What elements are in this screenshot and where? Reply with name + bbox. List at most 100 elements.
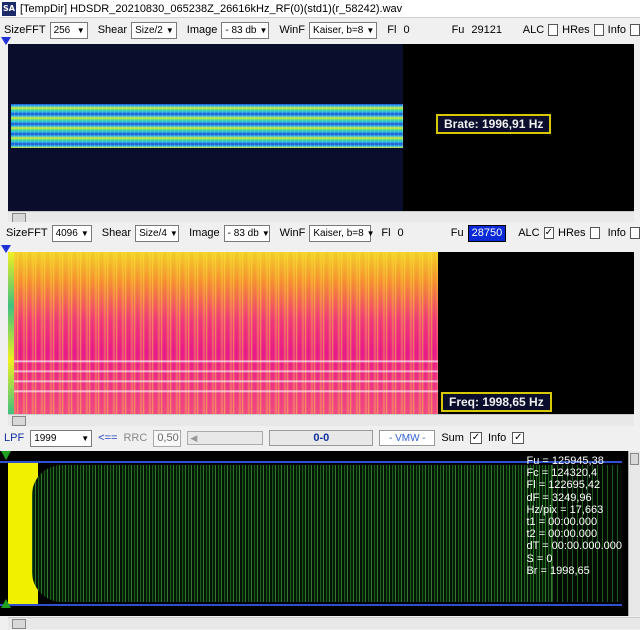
mid-spectrogram-image bbox=[8, 252, 438, 414]
chevron-down-icon: ▼ bbox=[261, 228, 270, 238]
winf-value: Kaiser, b=8 bbox=[313, 227, 364, 239]
hres-label: HRes bbox=[558, 227, 586, 239]
winf-label: WinF bbox=[279, 227, 306, 239]
chevron-down-icon: ▼ bbox=[165, 25, 174, 35]
shear-value: Size/2 bbox=[135, 24, 163, 36]
fl-field[interactable]: 0 bbox=[395, 225, 441, 242]
title-bar: SA [TempDir] HDSDR_20210830_065238Z_2661… bbox=[0, 0, 640, 18]
readout-hzpix: Hz/pix = 17,663 bbox=[526, 503, 604, 516]
readout-df: dF = 3249,96 bbox=[526, 491, 592, 504]
window-title: [TempDir] HDSDR_20210830_065238Z_26616kH… bbox=[20, 2, 403, 15]
alc-checkbox[interactable]: ✓ bbox=[543, 227, 555, 239]
chevron-down-icon: ▼ bbox=[80, 228, 89, 238]
image-value: - 83 db bbox=[225, 24, 257, 36]
shear-label: Shear bbox=[101, 227, 132, 239]
chevron-down-icon: ▼ bbox=[259, 25, 268, 35]
readout-t1: t1 = 00:00.000 bbox=[526, 516, 598, 529]
alc-checkbox[interactable] bbox=[548, 24, 559, 36]
fl-field[interactable]: 0 bbox=[400, 22, 441, 39]
waveform-vscroll-thumb[interactable] bbox=[630, 453, 639, 465]
readout-t2: t2 = 00:00.000 bbox=[526, 528, 598, 541]
chevron-down-icon: ▼ bbox=[76, 25, 85, 35]
sizefft-label: SizeFFT bbox=[4, 24, 46, 36]
vmw-button[interactable]: - VMW - bbox=[379, 430, 436, 446]
waveform-bottom-marker-icon[interactable] bbox=[1, 599, 11, 608]
waveform-top-marker-icon[interactable] bbox=[1, 451, 11, 460]
hres-checkbox[interactable] bbox=[589, 227, 600, 239]
rrc-field[interactable]: 0,50 bbox=[153, 429, 182, 447]
alc-label: ALC bbox=[522, 24, 545, 36]
winf-select[interactable]: Kaiser, b=8 ▼ bbox=[309, 224, 375, 242]
fl-label: Fl bbox=[381, 227, 391, 239]
chevron-down-icon: ▼ bbox=[366, 25, 375, 35]
waveform-hscroll-thumb[interactable] bbox=[12, 619, 26, 629]
sizefft-select[interactable]: 4096 ▼ bbox=[51, 224, 92, 242]
info-label: Info bbox=[607, 227, 626, 239]
shear-value: Size/4 bbox=[139, 227, 167, 239]
waveform-panel[interactable]: Fu = 125945,38 Fc = 124320,4 Fl = 122695… bbox=[0, 451, 640, 616]
bottom-reference-line bbox=[0, 604, 622, 606]
shear-select[interactable]: Size/2 ▼ bbox=[131, 21, 177, 39]
image-select[interactable]: - 83 db ▼ bbox=[223, 224, 270, 242]
range-display: 0-0 bbox=[269, 430, 374, 446]
chevron-down-icon: ▼ bbox=[366, 228, 375, 238]
shear-select[interactable]: Size/4 ▼ bbox=[135, 224, 180, 242]
image-label: Image bbox=[186, 24, 218, 36]
mid-scrollbar[interactable] bbox=[8, 414, 634, 426]
mid-spectrogram-panel[interactable]: Freq: 1998,65 Hz bbox=[8, 252, 634, 414]
sizefft-label: SizeFFT bbox=[6, 227, 48, 239]
filter-bar: LPF 1999 ▼ <== RRC 0,50 ◀ 0-0 - VMW - Sum… bbox=[0, 428, 640, 448]
rrc-slider[interactable]: ◀ bbox=[187, 431, 264, 445]
readout-dt: dT = 00:00.000.000 bbox=[526, 540, 622, 553]
readout-br: Br = 1998,65 bbox=[526, 564, 590, 577]
fu-field[interactable]: 28750 bbox=[467, 224, 507, 242]
lpf-select[interactable]: 1999 ▼ bbox=[30, 429, 93, 447]
mid-left-strip bbox=[8, 252, 14, 414]
lpf-label: LPF bbox=[4, 432, 25, 444]
fu-label: Fu bbox=[450, 227, 464, 239]
chevron-down-icon: ▼ bbox=[81, 433, 90, 443]
shear-label: Shear bbox=[97, 24, 128, 36]
waveform-vscroll[interactable] bbox=[628, 451, 640, 616]
sizefft-value: 4096 bbox=[55, 227, 78, 239]
lpf-value: 1999 bbox=[34, 432, 57, 444]
app-icon: SA bbox=[2, 1, 16, 16]
winf-label: WinF bbox=[279, 24, 306, 36]
mid-marker-icon[interactable] bbox=[1, 245, 11, 253]
sizefft-select[interactable]: 256 ▼ bbox=[49, 21, 88, 39]
waveform-signal bbox=[32, 465, 552, 602]
freq-overlay: Freq: 1998,65 Hz bbox=[441, 392, 552, 412]
chevron-down-icon: ▼ bbox=[169, 228, 178, 238]
image-value: - 83 db bbox=[227, 227, 259, 239]
fu-label: Fu bbox=[451, 24, 465, 36]
top-marker-icon[interactable] bbox=[1, 37, 11, 45]
info-checkbox[interactable]: ✓ bbox=[512, 432, 525, 444]
top-spectrogram-band bbox=[11, 104, 403, 148]
arrow-left-icon: <== bbox=[98, 432, 118, 444]
winf-value: Kaiser, b=8 bbox=[313, 24, 364, 36]
fu-field[interactable]: 29121 bbox=[468, 22, 512, 39]
hres-checkbox[interactable] bbox=[593, 24, 604, 36]
top-spectrogram-panel[interactable]: Brate: 1996,91 Hz bbox=[8, 44, 634, 211]
info-label: Info bbox=[487, 432, 507, 444]
image-label: Image bbox=[189, 227, 220, 239]
readout-fl: Fl = 122695,42 bbox=[526, 479, 601, 492]
winf-select[interactable]: Kaiser, b=8 ▼ bbox=[309, 21, 378, 39]
info-label: Info bbox=[607, 24, 626, 36]
rrc-label: RRC bbox=[123, 432, 148, 444]
mid-scrollbar-thumb[interactable] bbox=[12, 416, 26, 426]
readout-fu: Fu = 125945,38 bbox=[526, 455, 604, 467]
readout-s: S = 0 bbox=[526, 552, 553, 565]
info-checkbox[interactable] bbox=[630, 24, 640, 36]
waveform-hscroll[interactable] bbox=[8, 617, 640, 629]
sum-checkbox[interactable]: ✓ bbox=[469, 432, 482, 444]
top-toolbar: SizeFFT 256 ▼ Shear Size/2 ▼ Image - 83 db… bbox=[0, 19, 640, 41]
image-select[interactable]: - 83 db ▼ bbox=[221, 21, 270, 39]
sizefft-value: 256 bbox=[53, 24, 71, 36]
mid-toolbar: SizeFFT 4096 ▼ Shear Size/4 ▼ Image - 83 d… bbox=[0, 222, 640, 244]
readout-fc: Fc = 124320,4 bbox=[526, 467, 598, 480]
info-checkbox[interactable] bbox=[629, 227, 640, 239]
alc-label: ALC bbox=[518, 227, 540, 239]
sum-label: Sum bbox=[441, 432, 464, 444]
fl-label: Fl bbox=[387, 24, 397, 36]
